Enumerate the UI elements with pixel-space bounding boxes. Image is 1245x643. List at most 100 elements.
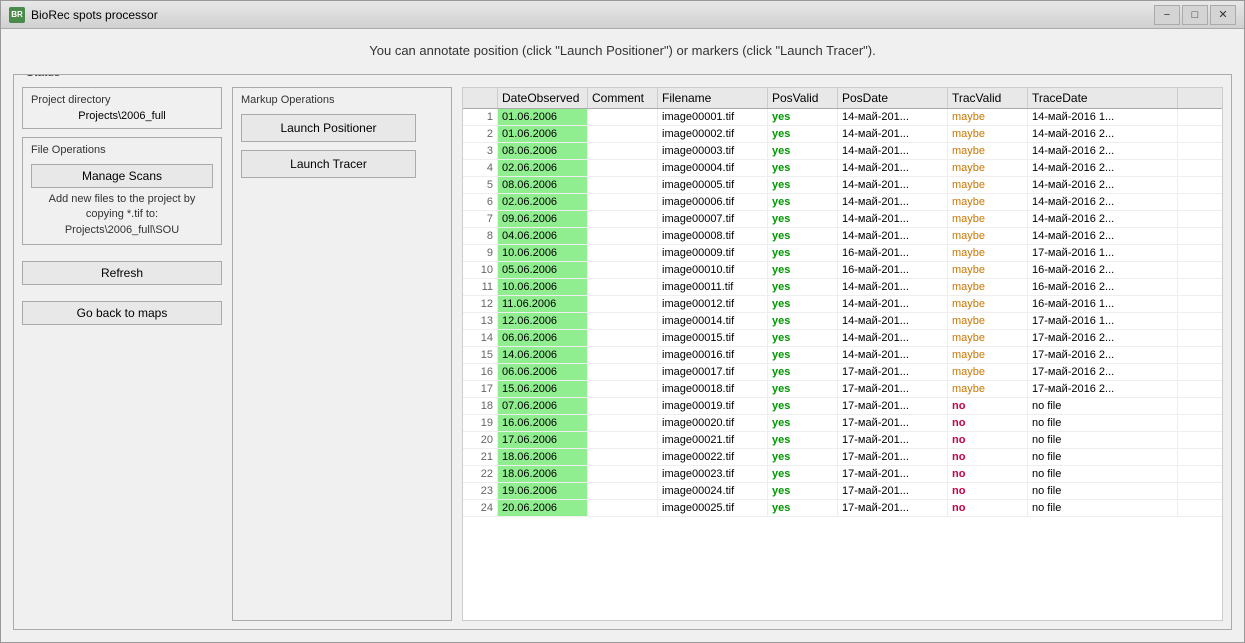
cell-posdate: 14-май-201... — [838, 211, 948, 227]
cell-posvalid: yes — [768, 211, 838, 227]
table-row[interactable]: 24 20.06.2006 image00025.tif yes 17-май-… — [463, 500, 1222, 517]
cell-num: 1 — [463, 109, 498, 125]
table-row[interactable]: 18 07.06.2006 image00019.tif yes 17-май-… — [463, 398, 1222, 415]
cell-posvalid: yes — [768, 313, 838, 329]
cell-tracvalid: maybe — [948, 262, 1028, 278]
col-header-comment: Comment — [588, 88, 658, 108]
col-header-filename: Filename — [658, 88, 768, 108]
table-row[interactable]: 15 14.06.2006 image00016.tif yes 14-май-… — [463, 347, 1222, 364]
data-table: DateObserved Comment Filename PosValid P… — [462, 87, 1223, 621]
cell-num: 4 — [463, 160, 498, 176]
cell-posdate: 14-май-201... — [838, 143, 948, 159]
table-row[interactable]: 19 16.06.2006 image00020.tif yes 17-май-… — [463, 415, 1222, 432]
table-row[interactable]: 17 15.06.2006 image00018.tif yes 17-май-… — [463, 381, 1222, 398]
cell-date: 06.06.2006 — [498, 364, 588, 380]
cell-posvalid: yes — [768, 466, 838, 482]
cell-date: 09.06.2006 — [498, 211, 588, 227]
cell-filename: image00010.tif — [658, 262, 768, 278]
cell-comment — [588, 313, 658, 329]
cell-tracvalid: maybe — [948, 313, 1028, 329]
table-body[interactable]: 1 01.06.2006 image00001.tif yes 14-май-2… — [463, 109, 1222, 620]
cell-tracedate: no file — [1028, 449, 1178, 465]
table-row[interactable]: 7 09.06.2006 image00007.tif yes 14-май-2… — [463, 211, 1222, 228]
table-row[interactable]: 22 18.06.2006 image00023.tif yes 17-май-… — [463, 466, 1222, 483]
cell-posvalid: yes — [768, 483, 838, 499]
minimize-button[interactable]: − — [1154, 5, 1180, 25]
table-row[interactable]: 3 08.06.2006 image00003.tif yes 14-май-2… — [463, 143, 1222, 160]
cell-posdate: 14-май-201... — [838, 228, 948, 244]
top-message: You can annotate position (click "Launch… — [1, 29, 1244, 66]
cell-posdate: 14-май-201... — [838, 313, 948, 329]
cell-posvalid: yes — [768, 415, 838, 431]
table-row[interactable]: 21 18.06.2006 image00022.tif yes 17-май-… — [463, 449, 1222, 466]
cell-num: 15 — [463, 347, 498, 363]
project-directory-value: Projects\2006_full — [31, 110, 213, 122]
cell-posdate: 17-май-201... — [838, 364, 948, 380]
table-row[interactable]: 13 12.06.2006 image00014.tif yes 14-май-… — [463, 313, 1222, 330]
cell-tracvalid: no — [948, 483, 1028, 499]
table-row[interactable]: 16 06.06.2006 image00017.tif yes 17-май-… — [463, 364, 1222, 381]
cell-num: 10 — [463, 262, 498, 278]
go-back-button[interactable]: Go back to maps — [22, 301, 222, 325]
launch-positioner-button[interactable]: Launch Positioner — [241, 114, 416, 142]
cell-comment — [588, 483, 658, 499]
table-row[interactable]: 20 17.06.2006 image00021.tif yes 17-май-… — [463, 432, 1222, 449]
cell-date: 02.06.2006 — [498, 194, 588, 210]
maximize-button[interactable]: □ — [1182, 5, 1208, 25]
cell-tracvalid: no — [948, 432, 1028, 448]
cell-posdate: 17-май-201... — [838, 500, 948, 516]
cell-tracvalid: no — [948, 449, 1028, 465]
cell-filename: image00016.tif — [658, 347, 768, 363]
cell-tracvalid: maybe — [948, 228, 1028, 244]
cell-tracvalid: maybe — [948, 347, 1028, 363]
cell-posvalid: yes — [768, 381, 838, 397]
manage-scans-button[interactable]: Manage Scans — [31, 164, 213, 188]
table-row[interactable]: 14 06.06.2006 image00015.tif yes 14-май-… — [463, 330, 1222, 347]
refresh-button[interactable]: Refresh — [22, 261, 222, 285]
cell-date: 04.06.2006 — [498, 228, 588, 244]
cell-num: 21 — [463, 449, 498, 465]
table-row[interactable]: 12 11.06.2006 image00012.tif yes 14-май-… — [463, 296, 1222, 313]
cell-num: 3 — [463, 143, 498, 159]
table-row[interactable]: 11 10.06.2006 image00011.tif yes 14-май-… — [463, 279, 1222, 296]
table-row[interactable]: 6 02.06.2006 image00006.tif yes 14-май-2… — [463, 194, 1222, 211]
table-row[interactable]: 8 04.06.2006 image00008.tif yes 14-май-2… — [463, 228, 1222, 245]
cell-posdate: 16-май-201... — [838, 245, 948, 261]
cell-filename: image00017.tif — [658, 364, 768, 380]
cell-tracvalid: maybe — [948, 160, 1028, 176]
cell-tracedate: 14-май-2016 2... — [1028, 160, 1178, 176]
table-row[interactable]: 9 10.06.2006 image00009.tif yes 16-май-2… — [463, 245, 1222, 262]
status-inner: Project directory Projects\2006_full Fil… — [22, 87, 1223, 621]
cell-filename: image00021.tif — [658, 432, 768, 448]
cell-tracvalid: maybe — [948, 381, 1028, 397]
cell-filename: image00003.tif — [658, 143, 768, 159]
table-row[interactable]: 23 19.06.2006 image00024.tif yes 17-май-… — [463, 483, 1222, 500]
cell-comment — [588, 160, 658, 176]
launch-tracer-button[interactable]: Launch Tracer — [241, 150, 416, 178]
cell-tracedate: 17-май-2016 2... — [1028, 347, 1178, 363]
cell-tracedate: 16-май-2016 2... — [1028, 262, 1178, 278]
cell-tracvalid: maybe — [948, 194, 1028, 210]
table-row[interactable]: 2 01.06.2006 image00002.tif yes 14-май-2… — [463, 126, 1222, 143]
close-button[interactable]: ✕ — [1210, 5, 1236, 25]
cell-filename: image00018.tif — [658, 381, 768, 397]
cell-posdate: 14-май-201... — [838, 126, 948, 142]
col-header-tracvalid: TracValid — [948, 88, 1028, 108]
table-row[interactable]: 1 01.06.2006 image00001.tif yes 14-май-2… — [463, 109, 1222, 126]
cell-tracedate: 14-май-2016 2... — [1028, 194, 1178, 210]
cell-comment — [588, 466, 658, 482]
table-header: DateObserved Comment Filename PosValid P… — [463, 88, 1222, 109]
cell-num: 5 — [463, 177, 498, 193]
cell-tracedate: no file — [1028, 432, 1178, 448]
cell-filename: image00014.tif — [658, 313, 768, 329]
table-row[interactable]: 10 05.06.2006 image00010.tif yes 16-май-… — [463, 262, 1222, 279]
table-row[interactable]: 5 08.06.2006 image00005.tif yes 14-май-2… — [463, 177, 1222, 194]
cell-posdate: 17-май-201... — [838, 381, 948, 397]
cell-posvalid: yes — [768, 143, 838, 159]
cell-comment — [588, 279, 658, 295]
table-row[interactable]: 4 02.06.2006 image00004.tif yes 14-май-2… — [463, 160, 1222, 177]
cell-tracedate: 14-май-2016 2... — [1028, 143, 1178, 159]
cell-tracvalid: no — [948, 466, 1028, 482]
cell-filename: image00015.tif — [658, 330, 768, 346]
cell-tracvalid: no — [948, 415, 1028, 431]
